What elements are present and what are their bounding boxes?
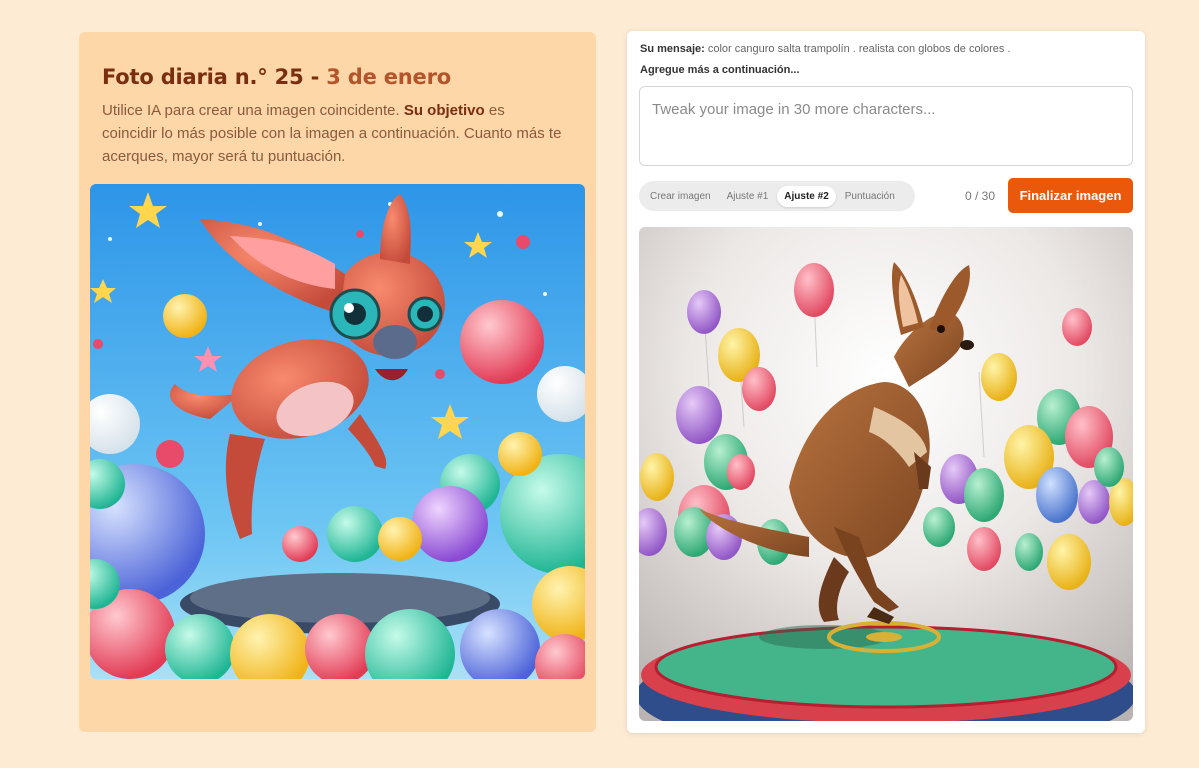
tab-ajuste-1[interactable]: Ajuste #1 xyxy=(720,186,776,207)
add-more-label: Agregue más a continuación... xyxy=(640,64,800,76)
tab-crear-imagen[interactable]: Crear imagen xyxy=(643,186,718,207)
challenge-date: 3 de enero xyxy=(326,65,451,89)
target-image xyxy=(90,184,585,679)
message-text: color canguro salta trampolín . realista… xyxy=(707,43,1011,55)
character-counter: 0 / 30 xyxy=(965,189,996,203)
message-line: Su mensaje: color canguro salta trampolí… xyxy=(640,43,1011,55)
intro-goal: Su objetivo xyxy=(403,102,485,119)
editor-card: Su mensaje: color canguro salta trampolí… xyxy=(627,31,1145,733)
message-label: Su mensaje: xyxy=(640,43,705,55)
challenge-title: Foto diaria n.° 25 - 3 de enero xyxy=(102,65,451,89)
title-text: Foto diaria n.° 25 - xyxy=(102,65,327,89)
prompt-input[interactable] xyxy=(639,86,1133,166)
finalize-image-button[interactable]: Finalizar imagen xyxy=(1008,178,1133,213)
step-tabs: Crear imagen Ajuste #1 Ajuste #2 Puntuac… xyxy=(639,181,915,211)
cartoon-kangaroo-image xyxy=(90,184,585,679)
tab-puntuacion[interactable]: Puntuación xyxy=(838,186,902,207)
intro-text: Utilice IA para crear una imagen coincid… xyxy=(102,102,404,119)
generated-image xyxy=(639,227,1133,721)
realistic-kangaroo-image xyxy=(639,227,1133,721)
challenge-card: Foto diaria n.° 25 - 3 de enero Utilice … xyxy=(79,32,596,732)
challenge-instructions: Utilice IA para crear una imagen coincid… xyxy=(102,99,562,168)
tab-ajuste-2[interactable]: Ajuste #2 xyxy=(777,185,836,207)
